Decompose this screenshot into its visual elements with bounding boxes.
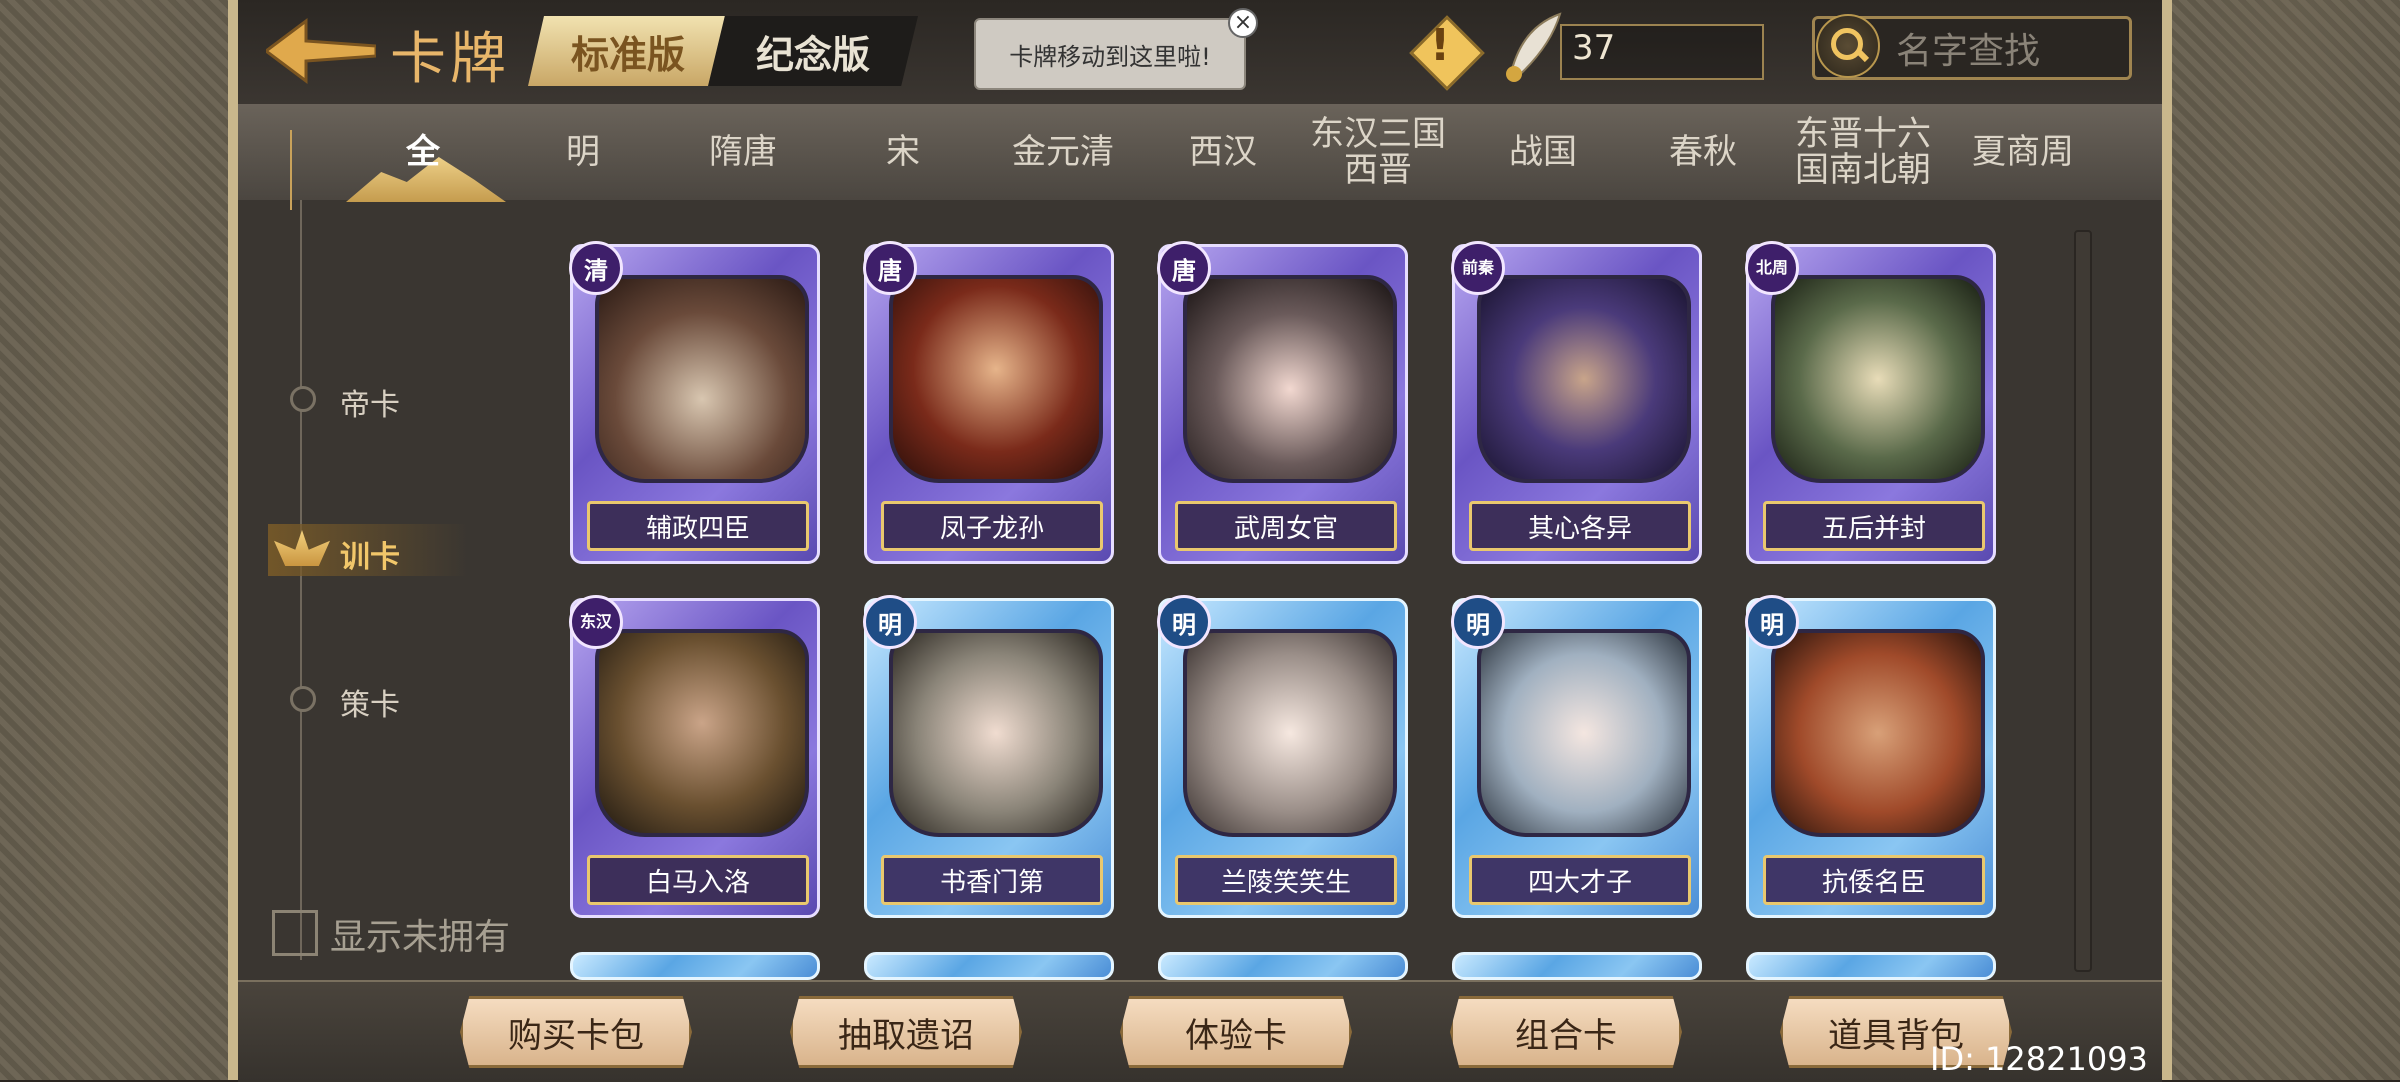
era-tab-donghan[interactable]: 东汉三国西晋 bbox=[1308, 104, 1448, 200]
era-tab-dongjin[interactable]: 东晋十六国南北朝 bbox=[1788, 104, 1938, 200]
show-unowned-checkbox[interactable] bbox=[272, 910, 318, 956]
user-id: ID: 12821093 bbox=[1930, 1040, 2148, 1078]
era-tab-all[interactable]: 全 bbox=[348, 104, 498, 200]
trial-card-button[interactable]: 体验卡 bbox=[1120, 996, 1352, 1068]
page-title: 卡牌 bbox=[390, 27, 510, 92]
currency-count: 37 bbox=[1572, 28, 1616, 68]
category-emperor[interactable]: 帝卡 bbox=[340, 380, 400, 424]
feather-icon bbox=[1506, 12, 1562, 82]
card-scrollbar[interactable] bbox=[2074, 230, 2092, 972]
search-icon[interactable] bbox=[1816, 14, 1880, 78]
card-portrait bbox=[1771, 629, 1985, 837]
era-tab-ming[interactable]: 明 bbox=[508, 104, 658, 200]
tab-standard-edition[interactable]: 标准版 bbox=[528, 16, 728, 86]
category-line bbox=[300, 200, 302, 960]
show-unowned-label: 显示未拥有 bbox=[330, 917, 511, 958]
card-portrait bbox=[595, 629, 809, 837]
card-peek bbox=[1452, 952, 1702, 980]
draw-edict-button[interactable]: 抽取遗诏 bbox=[790, 996, 1022, 1068]
card[interactable]: 唐 凤子龙孙 bbox=[863, 241, 1114, 564]
ornament-icon bbox=[290, 130, 322, 210]
right-dragon-panel bbox=[2162, 0, 2400, 1080]
card[interactable]: 清 辅政四臣 bbox=[569, 241, 820, 564]
card-portrait bbox=[1477, 275, 1691, 483]
card[interactable]: 明 书香门第 bbox=[863, 595, 1114, 918]
card[interactable]: 明 四大才子 bbox=[1451, 595, 1702, 918]
era-badge: 唐 bbox=[1157, 241, 1211, 295]
left-dragon-panel bbox=[0, 0, 238, 1080]
category-training[interactable]: 训卡 bbox=[340, 532, 400, 576]
card-portrait bbox=[1477, 629, 1691, 837]
card-peek bbox=[570, 952, 820, 980]
era-badge: 明 bbox=[863, 595, 917, 649]
card-peek bbox=[1158, 952, 1408, 980]
card-peek bbox=[864, 952, 1114, 980]
card-name: 白马入洛 bbox=[587, 855, 809, 905]
card-name: 凤子龙孙 bbox=[881, 501, 1103, 551]
era-badge: 前秦 bbox=[1451, 241, 1505, 295]
card-screen: 卡牌 标准版 纪念版 卡牌移动到这里啦! × ! 37 名字查找 全 明 隋唐 … bbox=[238, 0, 2162, 1082]
card[interactable]: 明 兰陵笑笑生 bbox=[1157, 595, 1408, 918]
card-portrait bbox=[1771, 275, 1985, 483]
card[interactable]: 北周 五后并封 bbox=[1745, 241, 1996, 564]
card-portrait bbox=[1183, 275, 1397, 483]
era-badge: 明 bbox=[1745, 595, 1799, 649]
card-name: 书香门第 bbox=[881, 855, 1103, 905]
category-dot bbox=[290, 386, 316, 412]
card-peek bbox=[1746, 952, 1996, 980]
era-badge: 明 bbox=[1451, 595, 1505, 649]
hint-tooltip: 卡牌移动到这里啦! bbox=[974, 18, 1246, 90]
card[interactable]: 前秦 其心各异 bbox=[1451, 241, 1702, 564]
card-portrait bbox=[1183, 629, 1397, 837]
era-badge: 清 bbox=[569, 241, 623, 295]
era-tab-zhanguo[interactable]: 战国 bbox=[1468, 104, 1618, 200]
era-tab-xiashangzhou[interactable]: 夏商周 bbox=[1948, 104, 2098, 200]
card-portrait bbox=[595, 275, 809, 483]
top-bar: 卡牌 标准版 纪念版 卡牌移动到这里啦! × ! 37 名字查找 bbox=[238, 0, 2162, 104]
card[interactable]: 东汉 白马入洛 bbox=[569, 595, 820, 918]
category-strategy[interactable]: 策卡 bbox=[340, 680, 400, 724]
exclamation-icon: ! bbox=[1430, 20, 1451, 71]
search-placeholder: 名字查找 bbox=[1896, 31, 2041, 72]
era-badge: 东汉 bbox=[569, 595, 623, 649]
close-icon[interactable]: × bbox=[1228, 8, 1258, 38]
back-arrow-icon[interactable] bbox=[266, 16, 376, 86]
card-name: 五后并封 bbox=[1763, 501, 1985, 551]
card-portrait bbox=[889, 275, 1103, 483]
card-name: 辅政四臣 bbox=[587, 501, 809, 551]
era-badge: 北周 bbox=[1745, 241, 1799, 295]
card[interactable]: 明 抗倭名臣 bbox=[1745, 595, 1996, 918]
card-name: 其心各异 bbox=[1469, 501, 1691, 551]
card-name: 兰陵笑笑生 bbox=[1175, 855, 1397, 905]
card-name: 武周女官 bbox=[1175, 501, 1397, 551]
card-name: 抗倭名臣 bbox=[1763, 855, 1985, 905]
era-badge: 唐 bbox=[863, 241, 917, 295]
buy-pack-button[interactable]: 购买卡包 bbox=[460, 996, 692, 1068]
tab-memorial-edition[interactable]: 纪念版 bbox=[708, 16, 918, 86]
category-dot bbox=[290, 686, 316, 712]
era-tab-suitang[interactable]: 隋唐 bbox=[668, 104, 818, 200]
era-tab-chunqiu[interactable]: 春秋 bbox=[1628, 104, 1778, 200]
card-name: 四大才子 bbox=[1469, 855, 1691, 905]
era-tab-xihan[interactable]: 西汉 bbox=[1148, 104, 1298, 200]
era-tab-jinyuanqing[interactable]: 金元清 bbox=[988, 104, 1138, 200]
card[interactable]: 唐 武周女官 bbox=[1157, 241, 1408, 564]
era-badge: 明 bbox=[1157, 595, 1211, 649]
era-tab-song[interactable]: 宋 bbox=[828, 104, 978, 200]
card-portrait bbox=[889, 629, 1103, 837]
combo-card-button[interactable]: 组合卡 bbox=[1450, 996, 1682, 1068]
